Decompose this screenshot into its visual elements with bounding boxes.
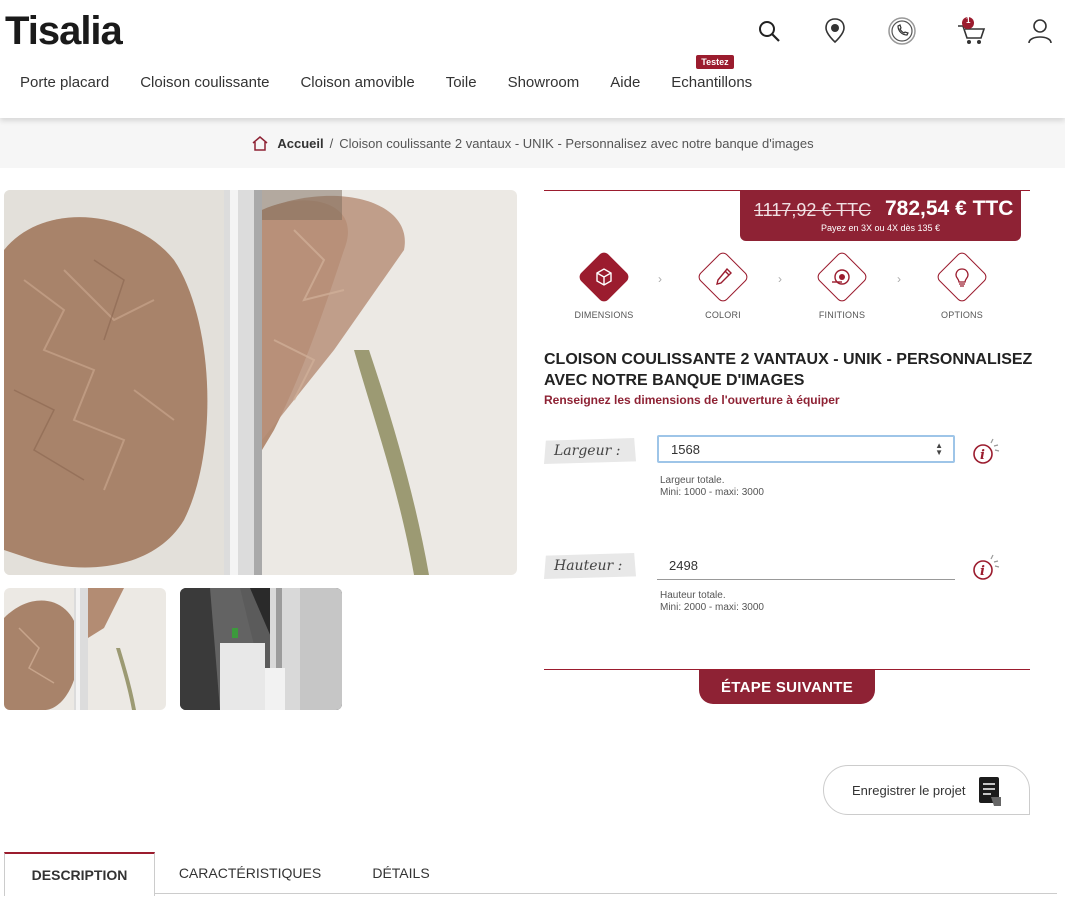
breadcrumb: Accueil / Cloison coulissante 2 vantaux …: [0, 118, 1065, 168]
tab-description[interactable]: DESCRIPTION: [4, 852, 155, 896]
step-options-label: OPTIONS: [941, 310, 983, 320]
nav-aide[interactable]: Aide: [610, 74, 640, 91]
price-current: 782,54 € TTC: [885, 197, 1014, 220]
site-logo[interactable]: Tisalia: [5, 9, 123, 54]
cart-count-badge: 1: [966, 16, 971, 25]
tab-details[interactable]: DÉTAILS: [344, 852, 458, 894]
width-label: Largeur :: [544, 438, 636, 464]
step-dimensions-label: DIMENSIONS: [574, 310, 634, 320]
step-colori-label: COLORI: [705, 310, 741, 320]
height-help-line2: Mini: 2000 - maxi: 3000: [660, 602, 764, 613]
site-header: Tisalia 1 Porte placard Cloison coulissa…: [0, 0, 1065, 118]
notepad-icon: [977, 775, 1003, 810]
width-help-line1: Largeur totale.: [660, 475, 725, 486]
step-dimensions[interactable]: DIMENSIONS: [554, 250, 654, 320]
width-input[interactable]: 1568 ▲ ▼: [657, 435, 955, 463]
width-info-icon[interactable]: i: [970, 437, 1000, 467]
testez-badge: Testez: [696, 55, 734, 69]
dimensions-hint: Renseignez les dimensions de l'ouverture…: [544, 393, 840, 407]
color-picker-icon: [696, 250, 750, 304]
step-finitions-label: FINITIONS: [818, 310, 866, 320]
next-step-button[interactable]: ÉTAPE SUIVANTE: [699, 670, 875, 704]
product-thumbnail-2[interactable]: [180, 588, 342, 710]
height-help-line1: Hauteur totale.: [660, 590, 726, 601]
height-help: Hauteur totale. Mini: 2000 - maxi: 3000: [660, 590, 764, 614]
height-info-icon[interactable]: i: [970, 553, 1000, 583]
cart-icon[interactable]: 1: [955, 14, 989, 48]
breadcrumb-home[interactable]: Accueil: [277, 136, 323, 151]
nav-echantillons[interactable]: Echantillons Testez: [671, 55, 753, 91]
height-value: 2498: [669, 558, 698, 573]
main-nav: Porte placard Cloison coulissante Cloiso…: [20, 55, 783, 91]
breadcrumb-separator: /: [329, 135, 334, 151]
finish-roll-icon: [815, 250, 869, 304]
height-input[interactable]: 2498: [657, 552, 955, 580]
product-title: CLOISON COULISSANTE 2 VANTAUX - UNIK - P…: [544, 351, 1033, 389]
nav-cloison-amovible[interactable]: Cloison amovible: [300, 74, 414, 91]
nav-showroom[interactable]: Showroom: [508, 74, 580, 91]
chevron-right-icon: ›: [897, 272, 901, 286]
nav-porte-placard[interactable]: Porte placard: [20, 74, 109, 91]
save-project-button[interactable]: Enregistrer le projet: [823, 765, 1030, 815]
store-locator-icon[interactable]: [818, 14, 852, 48]
breadcrumb-current: Cloison coulissante 2 vantaux - UNIK - P…: [339, 135, 814, 151]
chevron-right-icon: ›: [778, 272, 782, 286]
nav-echantillons-label: Echantillons: [671, 74, 753, 91]
tab-caracteristiques[interactable]: CARACTÉRISTIQUES: [164, 852, 336, 894]
chevron-right-icon: ›: [658, 272, 662, 286]
width-spinner[interactable]: ▲ ▼: [935, 442, 943, 457]
width-help: Largeur totale. Mini: 1000 - maxi: 3000: [660, 475, 764, 499]
product-thumbnail-1[interactable]: [4, 588, 166, 710]
step-finitions[interactable]: FINITIONS: [792, 250, 892, 320]
product-tabs: DESCRIPTION CARACTÉRISTIQUES DÉTAILS: [4, 852, 1057, 903]
save-project-label: Enregistrer le projet: [852, 782, 966, 798]
account-icon[interactable]: [1023, 14, 1057, 48]
svg-text:i: i: [980, 564, 985, 579]
height-label: Hauteur :: [544, 553, 636, 579]
header-icons: 1: [745, 14, 1065, 48]
step-colori[interactable]: COLORI: [673, 250, 773, 320]
step-options[interactable]: OPTIONS: [912, 250, 1012, 320]
width-help-line2: Mini: 1000 - maxi: 3000: [660, 487, 764, 498]
nav-toile[interactable]: Toile: [446, 74, 477, 91]
price-old: 1117,92 € TTC: [754, 200, 872, 220]
dimensions-icon: [577, 250, 631, 304]
price-box: 1117,92 € TTC 782,54 € TTC Payez en 3X o…: [740, 190, 1021, 241]
product-main-image[interactable]: [4, 190, 517, 575]
configurator-steps: DIMENSIONS › COLORI › FINITIONS › OPTION…: [556, 250, 1006, 325]
width-value: 1568: [671, 441, 700, 457]
search-icon[interactable]: [752, 14, 786, 48]
phone-icon[interactable]: [885, 14, 919, 48]
svg-text:i: i: [980, 448, 985, 463]
price-installment-note: Payez en 3X ou 4X dès 135 €: [820, 223, 941, 233]
lightbulb-icon: [935, 250, 989, 304]
nav-cloison-coulissante[interactable]: Cloison coulissante: [140, 74, 269, 91]
home-icon[interactable]: [251, 135, 269, 151]
